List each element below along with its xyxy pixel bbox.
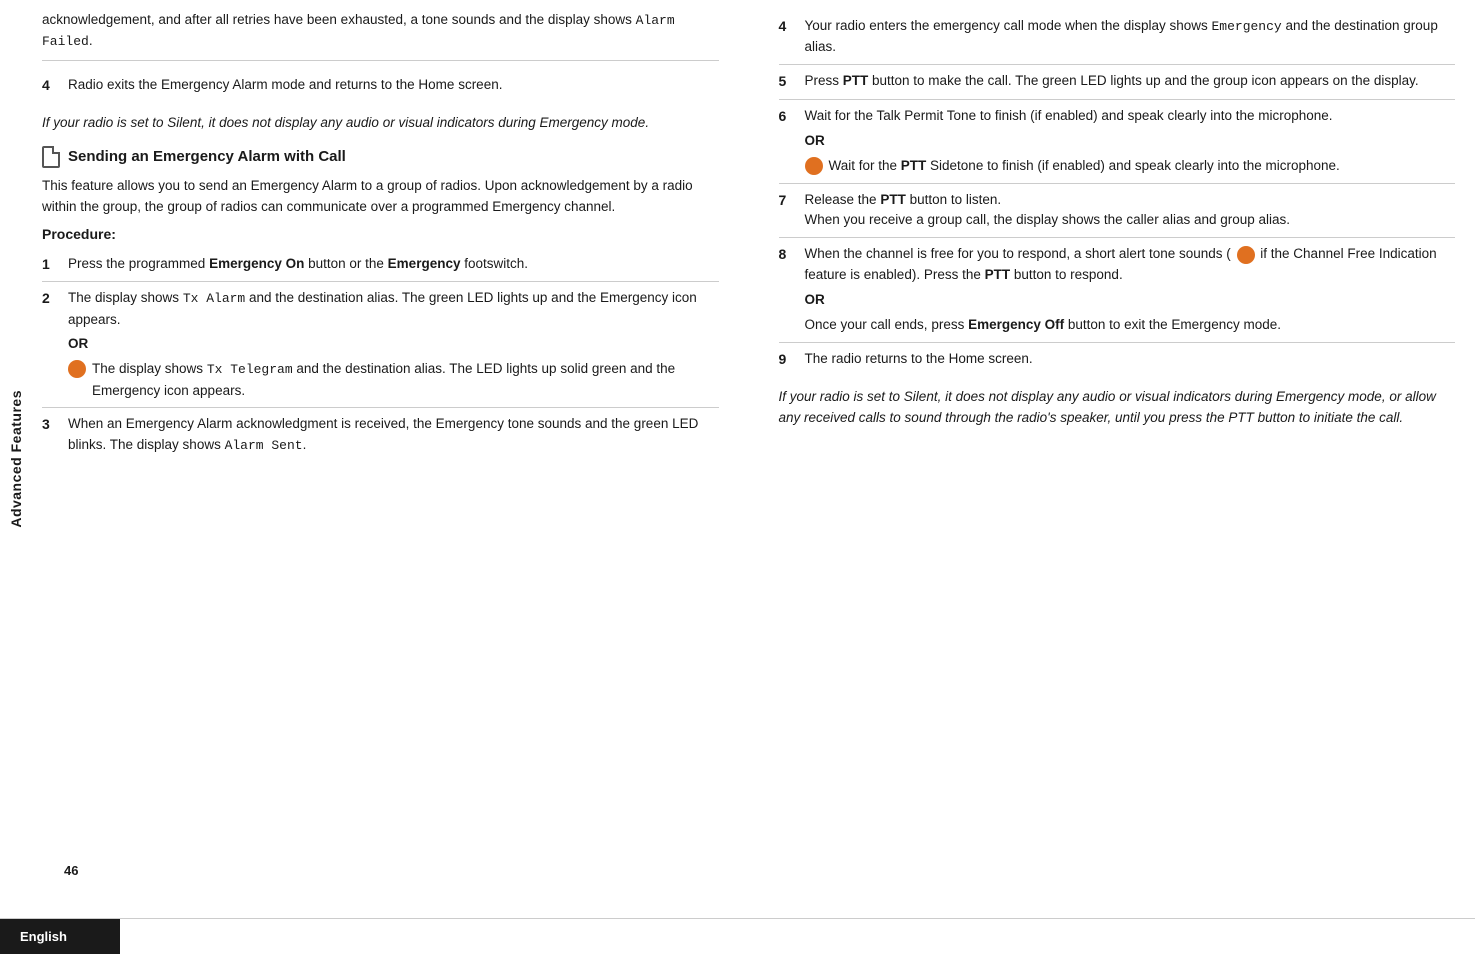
step-4-left: 4 Radio exits the Emergency Alarm mode a… <box>42 69 719 103</box>
step-1-bold2: Emergency <box>388 256 461 271</box>
footer: English <box>0 918 1475 954</box>
step-9-right-content: The radio returns to the Home screen. <box>805 349 1456 370</box>
step-6-sub-text: Wait for the PTT Sidetone to finish (if … <box>829 156 1340 177</box>
step-8-right-bold1: PTT <box>985 267 1011 282</box>
sidebar: Advanced Features <box>0 0 32 918</box>
step-4-text: Radio exits the Emergency Alarm mode and… <box>68 75 719 96</box>
intro-paragraph: acknowledgement, and after all retries h… <box>42 10 719 52</box>
step-3: 3 When an Emergency Alarm acknowledgment… <box>42 407 719 462</box>
step-6-sub-before: Wait for the <box>829 158 901 173</box>
step-6-right-content: Wait for the Talk Permit Tone to finish … <box>805 106 1456 177</box>
step-1-text-mid: button or the <box>304 256 387 271</box>
step-1-content: Press the programmed Emergency On button… <box>68 254 719 275</box>
page-number: 46 <box>64 863 78 878</box>
italic-note-right: If your radio is set to Silent, it does … <box>779 387 1456 429</box>
step-8-sub-bold: Emergency Off <box>968 317 1064 332</box>
step-2-content: The display shows Tx Alarm and the desti… <box>68 288 719 401</box>
step-9-right-num: 9 <box>779 349 795 371</box>
feature-description: This feature allows you to send an Emerg… <box>42 176 719 218</box>
step-2-text-before: The display shows <box>68 290 183 305</box>
step-9-right: 9 The radio returns to the Home screen. <box>779 342 1456 377</box>
step-4-right-num: 4 <box>779 16 795 38</box>
section-heading-text: Sending an Emergency Alarm with Call <box>68 148 346 165</box>
section-heading: Sending an Emergency Alarm with Call <box>42 146 719 168</box>
intro-period: . <box>89 33 93 48</box>
orange-icon-step2 <box>68 360 86 378</box>
step-1-text-before: Press the programmed <box>68 256 209 271</box>
intro-steps: 4 Radio exits the Emergency Alarm mode a… <box>42 69 719 103</box>
step-5-right-bold1: PTT <box>843 73 869 88</box>
step-2-sub-text: The display shows Tx Telegram and the de… <box>92 359 719 401</box>
step-7-right-bold1: PTT <box>880 192 906 207</box>
step-5-right-after: button to make the call. The green LED l… <box>868 73 1418 88</box>
step-6-right-main: Wait for the Talk Permit Tone to finish … <box>805 108 1333 123</box>
step-3-num: 3 <box>42 414 58 436</box>
step-3-mono: Alarm Sent <box>225 438 303 453</box>
sidebar-label: Advanced Features <box>8 390 24 528</box>
step-2-mono: Tx Alarm <box>183 291 245 306</box>
step-8-right-main: When the channel is free for you to resp… <box>805 246 1231 261</box>
italic-note-left: If your radio is set to Silent, it does … <box>42 113 719 134</box>
step-8-sub-after: button to exit the Emergency mode. <box>1064 317 1281 332</box>
step-7-right: 7 Release the PTT button to listen. When… <box>779 183 1456 238</box>
intro-mono1: Alarm <box>636 13 675 28</box>
step-5-right-before: Press <box>805 73 843 88</box>
step-8-right-num: 8 <box>779 244 795 266</box>
step-8-right-mid: button to respond. <box>1010 267 1123 282</box>
step-8-right: 8 When the channel is free for you to re… <box>779 237 1456 342</box>
footer-language: English <box>0 919 120 954</box>
document-icon <box>42 146 60 168</box>
step-2-or: OR <box>68 334 719 355</box>
step-3-content: When an Emergency Alarm acknowledgment i… <box>68 414 719 456</box>
step-6-sub: Wait for the PTT Sidetone to finish (if … <box>805 156 1456 177</box>
step-4-right-before: Your radio enters the emergency call mod… <box>805 18 1212 33</box>
step-1-bold1: Emergency On <box>209 256 304 271</box>
procedure-steps-right: 4 Your radio enters the emergency call m… <box>779 10 1456 377</box>
orange-icon-step8 <box>1237 246 1255 264</box>
step-5-right-num: 5 <box>779 71 795 93</box>
step-2-sub-mono: Tx Telegram <box>207 362 293 377</box>
step-6-right-num: 6 <box>779 106 795 128</box>
step-3-text-after: . <box>303 437 307 452</box>
step-6-sub-bold: PTT <box>901 158 927 173</box>
step-2-num: 2 <box>42 288 58 310</box>
step-4-num: 4 <box>42 75 58 97</box>
procedure-label: Procedure: <box>42 226 719 242</box>
step-7-right-mid: button to listen. <box>906 192 1001 207</box>
step-6-right: 6 Wait for the Talk Permit Tone to finis… <box>779 99 1456 183</box>
orange-icon-step6 <box>805 157 823 175</box>
step-3-text-before: When an Emergency Alarm acknowledgment i… <box>68 416 698 452</box>
step-4-right: 4 Your radio enters the emergency call m… <box>779 10 1456 64</box>
intro-text-before: acknowledgement, and after all retries h… <box>42 12 636 27</box>
step-7-right-num: 7 <box>779 190 795 212</box>
step-2: 2 The display shows Tx Alarm and the des… <box>42 281 719 407</box>
step-1-num: 1 <box>42 254 58 276</box>
step-1-text-after: footswitch. <box>460 256 528 271</box>
step-7-right-before: Release the <box>805 192 881 207</box>
procedure-steps-left: 1 Press the programmed Emergency On butt… <box>42 248 719 463</box>
step-6-right-or: OR <box>805 131 1456 152</box>
step-2-sub-before: The display shows <box>92 361 207 376</box>
step-8-right-content: When the channel is free for you to resp… <box>805 244 1456 336</box>
step-4-right-mono: Emergency <box>1211 19 1281 34</box>
italic-note-right-text: If your radio is set to Silent, it does … <box>779 389 1436 425</box>
step-5-right-content: Press PTT button to make the call. The g… <box>805 71 1456 92</box>
step-1: 1 Press the programmed Emergency On butt… <box>42 248 719 282</box>
step-8-sub-before: Once your call ends, press <box>805 317 969 332</box>
right-column: 4 Your radio enters the emergency call m… <box>749 10 1456 918</box>
step-2-sub: The display shows Tx Telegram and the de… <box>68 359 719 401</box>
step-4-right-content: Your radio enters the emergency call mod… <box>805 16 1456 58</box>
intro-mono2: Failed <box>42 34 89 49</box>
step-7-right-after: When you receive a group call, the displ… <box>805 212 1291 227</box>
step-7-right-content: Release the PTT button to listen. When y… <box>805 190 1456 232</box>
step-5-right: 5 Press PTT button to make the call. The… <box>779 64 1456 99</box>
step-8-right-or: OR <box>805 290 1456 311</box>
left-column: acknowledgement, and after all retries h… <box>42 10 749 918</box>
step-6-sub-after: Sidetone to finish (if enabled) and spea… <box>926 158 1340 173</box>
